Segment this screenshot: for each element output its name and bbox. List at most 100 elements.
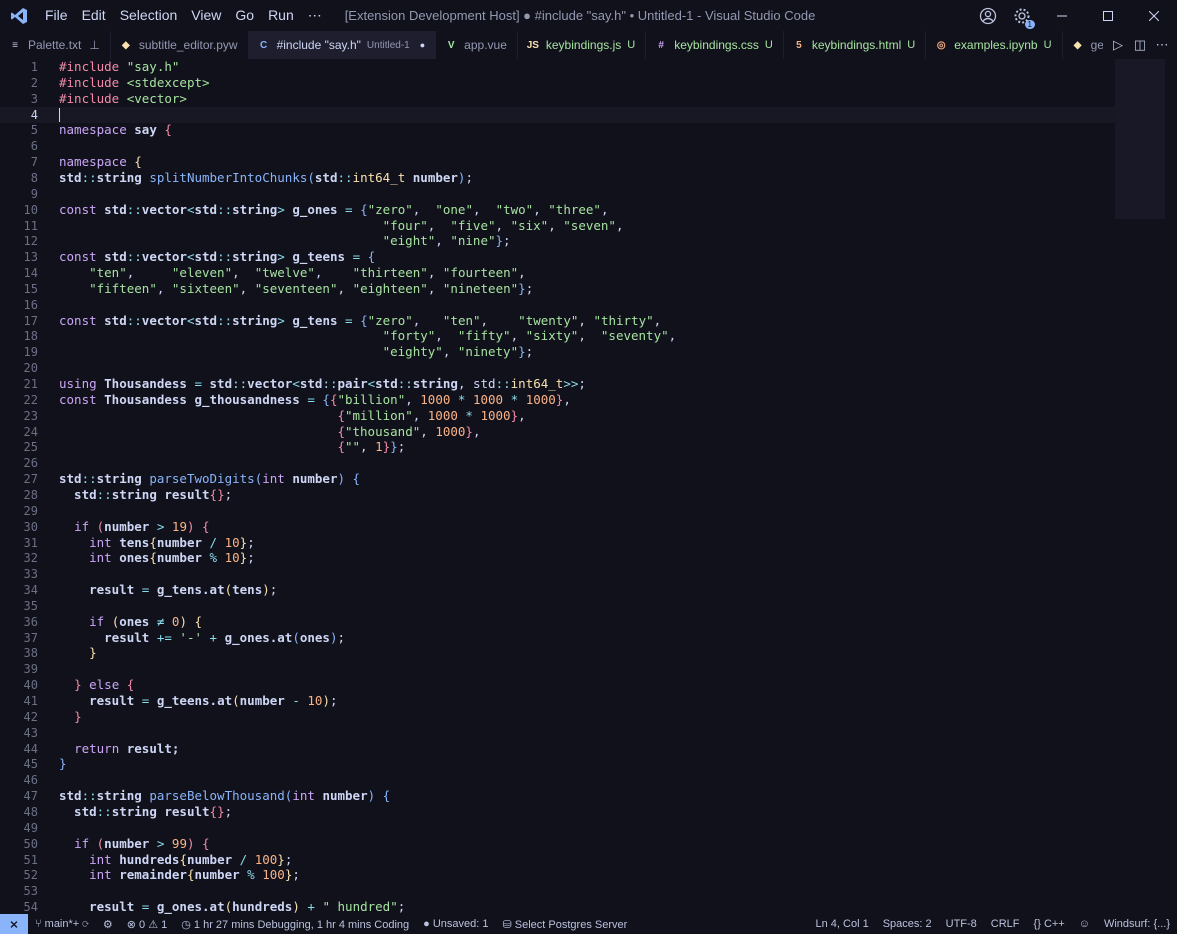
minimap[interactable] — [1115, 59, 1165, 219]
tab-5[interactable]: # keybindings.css U — [646, 31, 784, 59]
code-line[interactable]: 53 — [0, 883, 1115, 899]
code-line[interactable]: 36 if (ones ≠ 0) { — [0, 614, 1115, 630]
code-token: <stdexcept> — [126, 74, 210, 90]
code-line[interactable]: 22 const Thousandess g_thousandness = {{"… — [0, 392, 1115, 408]
code-line[interactable]: 33 — [0, 566, 1115, 582]
code-line[interactable]: 13 const std::vector<std::string> g_teens… — [0, 249, 1115, 265]
windsurf-status[interactable]: Windsurf: {...} — [1097, 918, 1177, 930]
remote-indicator[interactable]: ⨯ — [0, 914, 28, 934]
code-token: , — [360, 439, 376, 455]
code-line[interactable]: 10 const std::vector<std::string> g_ones … — [0, 202, 1115, 218]
code-line[interactable]: 8 std::string splitNumberIntoChunks(std::… — [0, 170, 1115, 186]
tab-1[interactable]: ◆ subtitle_editor.pyw — [111, 31, 249, 59]
menu-file[interactable]: File — [38, 0, 75, 31]
code-line[interactable]: 26 — [0, 455, 1115, 471]
code-line[interactable]: 16 — [0, 297, 1115, 313]
code-line[interactable]: 23 {"million", 1000 * 1000}, — [0, 408, 1115, 424]
git-branch[interactable]: ⑂ main*+ ⟳ — [28, 918, 96, 930]
language-mode[interactable]: {} C++ — [1027, 918, 1072, 930]
menu-view[interactable]: View — [184, 0, 228, 31]
code-line[interactable]: 47 std::string parseBelowThousand(int num… — [0, 788, 1115, 804]
code-line[interactable]: 1 #include "say.h" — [0, 59, 1115, 75]
code-line[interactable]: 12 "eight", "nine"}; — [0, 233, 1115, 249]
minimize-button[interactable] — [1039, 0, 1085, 31]
code-line[interactable]: 35 — [0, 598, 1115, 614]
code-line[interactable]: 15 "fifteen", "sixteen", "seventeen", "e… — [0, 281, 1115, 297]
code-line[interactable]: 2 #include <stdexcept> — [0, 75, 1115, 91]
code-line[interactable]: 37 result += '-' + g_ones.at(ones); — [0, 630, 1115, 646]
code-line[interactable]: 51 int hundreds{number / 100}; — [0, 852, 1115, 868]
code-line[interactable]: 18 "forty", "fifty", "sixty", "seventy", — [0, 328, 1115, 344]
pin-icon[interactable]: ⊥ — [89, 38, 99, 52]
code-line[interactable]: 52 int remainder{number % 100}; — [0, 867, 1115, 883]
code-line[interactable]: 4 — [0, 106, 1115, 123]
code-line[interactable]: 11 "four", "five", "six", "seven", — [0, 218, 1115, 234]
unsaved-indicator[interactable]: ● Unsaved: 1 — [416, 918, 495, 930]
code-line[interactable]: 28 std::string result{}; — [0, 487, 1115, 503]
close-button[interactable] — [1131, 0, 1177, 31]
tab-0[interactable]: ≡ Palette.txt ⊥ — [0, 31, 111, 59]
tab-7[interactable]: ◎ examples.ipynb U — [926, 31, 1063, 59]
code-line[interactable]: 45} — [0, 756, 1115, 772]
split-editor-icon[interactable]: ◫ — [1129, 37, 1151, 53]
line-ending[interactable]: CRLF — [984, 918, 1027, 930]
indentation[interactable]: Spaces: 2 — [876, 918, 939, 930]
tab-3[interactable]: Vapp.vue — [436, 31, 518, 59]
more-actions-icon[interactable]: ⋯ — [1151, 37, 1173, 53]
tab-4[interactable]: JS keybindings.js U — [518, 31, 647, 59]
code-line[interactable]: 5 namespace say { — [0, 122, 1115, 138]
code-line[interactable]: 40 } else { — [0, 677, 1115, 693]
code-line[interactable]: 3 #include <vector> — [0, 91, 1115, 107]
code-line[interactable]: 6 — [0, 138, 1115, 154]
code-line[interactable]: 49 — [0, 820, 1115, 836]
code-line[interactable]: 30 if (number > 19) { — [0, 519, 1115, 535]
code-line[interactable]: 7 namespace { — [0, 154, 1115, 170]
code-line[interactable]: 48 std::string result{}; — [0, 804, 1115, 820]
cursor-position[interactable]: Ln 4, Col 1 — [809, 918, 876, 930]
code-line[interactable]: 41 result = g_teens.at(number - 10); — [0, 693, 1115, 709]
code-line[interactable]: 46 — [0, 772, 1115, 788]
menu-selection[interactable]: Selection — [113, 0, 185, 31]
vertical-scrollbar[interactable] — [1165, 59, 1177, 914]
title-bar: File Edit Selection View Go Run ⋯ [Extension D… — [0, 0, 1177, 31]
code-line[interactable]: 34 result = g_tens.at(tens); — [0, 582, 1115, 598]
code-line[interactable]: 32 int ones{number % 10}; — [0, 550, 1115, 566]
time-tracker[interactable]: ◷ 1 hr 27 mins Debugging, 1 hr 4 mins Co… — [174, 918, 416, 931]
code-line[interactable]: 29 — [0, 503, 1115, 519]
code-line[interactable]: 54 result = g_ones.at(hundreds) + " hund… — [0, 899, 1115, 914]
code-line[interactable]: 24 {"thousand", 1000}, — [0, 424, 1115, 440]
tab-2[interactable]: C #include "say.h" Untitled-1 ● — [248, 31, 437, 59]
code-line[interactable]: 9 — [0, 186, 1115, 202]
code-line[interactable]: 38 } — [0, 645, 1115, 661]
debug-icon[interactable]: ⚙ — [96, 918, 120, 931]
run-icon[interactable]: ▷ — [1107, 37, 1129, 53]
code-line[interactable]: 21 using Thousandess = std::vector<std::p… — [0, 376, 1115, 392]
code-line[interactable]: 14 "ten", "eleven", "twelve", "thirteen"… — [0, 265, 1115, 281]
tab-6[interactable]: 5 keybindings.html U — [784, 31, 927, 59]
encoding[interactable]: UTF-8 — [939, 918, 984, 930]
postgres-server[interactable]: ⛁ Select Postgres Server — [496, 918, 635, 931]
maximize-button[interactable] — [1085, 0, 1131, 31]
code-editor[interactable]: 1 #include "say.h" 2 #include <stdexcept> 3 #… — [0, 59, 1177, 914]
code-line[interactable]: 25 {"", 1}}; — [0, 439, 1115, 455]
code-line[interactable]: 43 — [0, 725, 1115, 741]
settings-gear-icon[interactable]: 1 — [1013, 7, 1035, 29]
code-line[interactable]: 19 "eighty", "ninety"}; — [0, 344, 1115, 360]
code-line[interactable]: 44 return result; — [0, 741, 1115, 757]
code-line[interactable]: 27 std::string parseTwoDigits(int number)… — [0, 471, 1115, 487]
code-token: = — [194, 376, 210, 391]
menu-run[interactable]: Run — [261, 0, 301, 31]
code-line[interactable]: 42 } — [0, 709, 1115, 725]
problems[interactable]: ⊗ 0 ⚠ 1 — [120, 918, 175, 931]
menu-go[interactable]: Go — [228, 0, 261, 31]
menu-edit[interactable]: Edit — [75, 0, 113, 31]
code-line[interactable]: 39 — [0, 661, 1115, 677]
code-line[interactable]: 31 int tens{number / 10}; — [0, 535, 1115, 551]
dirty-dot-icon[interactable]: ● — [420, 40, 425, 50]
code-line[interactable]: 50 if (number > 99) { — [0, 836, 1115, 852]
code-line[interactable]: 17 const std::vector<std::string> g_tens … — [0, 313, 1115, 329]
copilot-icon[interactable]: ☺ — [1072, 918, 1097, 930]
menu-more[interactable]: ⋯ — [301, 0, 329, 31]
code-line[interactable]: 20 — [0, 360, 1115, 376]
account-icon[interactable] — [979, 7, 997, 25]
